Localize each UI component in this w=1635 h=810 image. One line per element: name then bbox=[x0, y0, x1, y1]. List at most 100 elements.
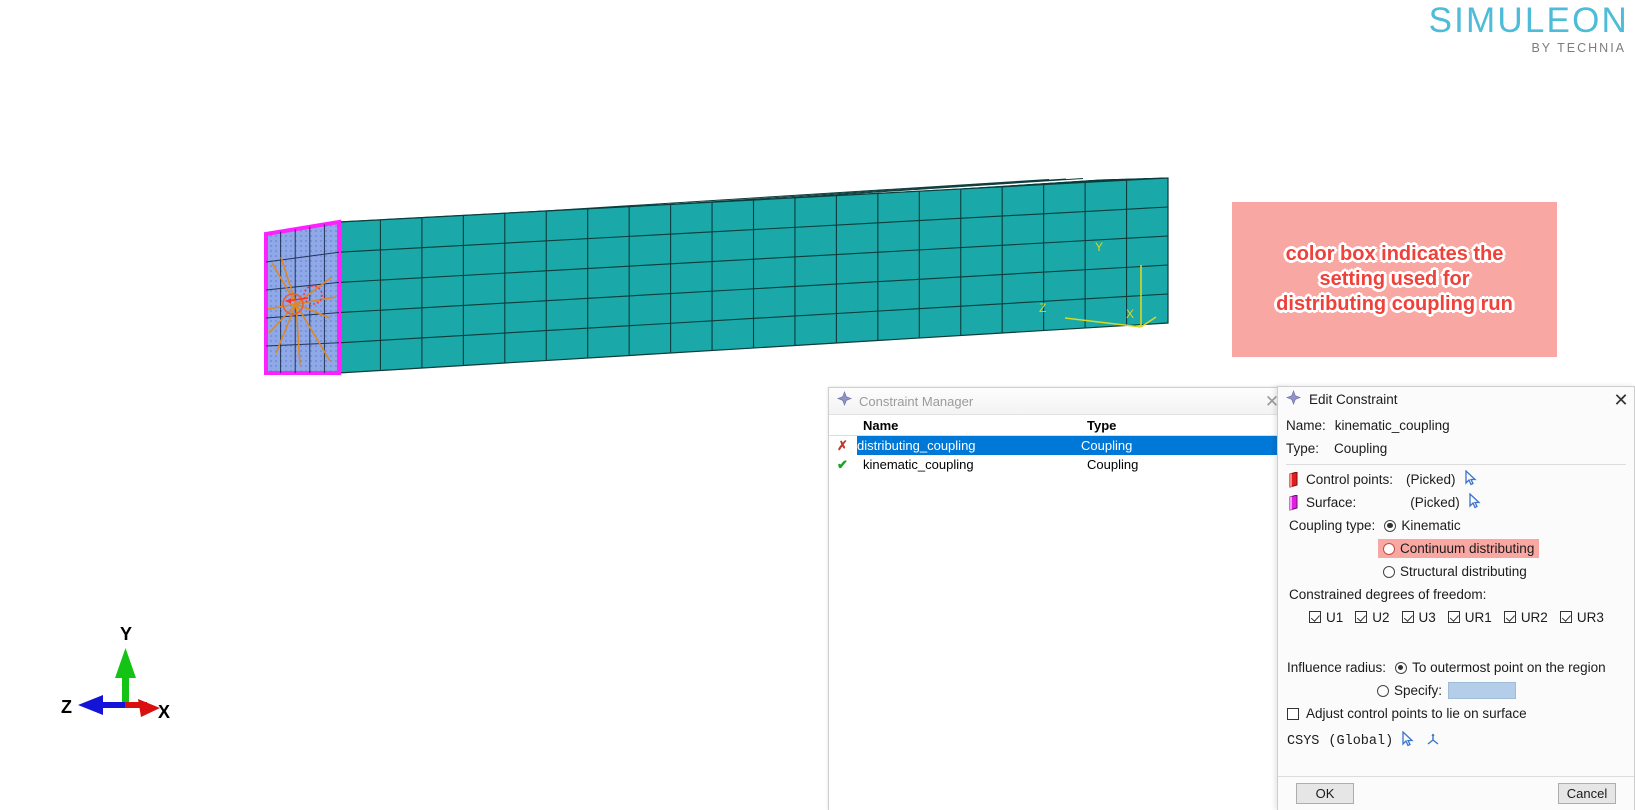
constraint-manager-titlebar: Constraint Manager ✕ bbox=[829, 388, 1287, 415]
mesh-front-face bbox=[338, 177, 1169, 374]
specify-radius-input[interactable] bbox=[1448, 682, 1517, 699]
checkbox-ur1-label: UR1 bbox=[1464, 609, 1492, 625]
ok-button[interactable]: OK bbox=[1296, 783, 1354, 804]
checkbox-ur1[interactable]: UR1 bbox=[1447, 610, 1492, 625]
type-value: Coupling bbox=[1334, 441, 1388, 456]
constraint-type: Coupling bbox=[1081, 438, 1133, 453]
radio-outermost-indicator bbox=[1395, 661, 1408, 674]
constraint-table-header: Name Type bbox=[829, 415, 1287, 436]
edit-constraint-title: Edit Constraint bbox=[1309, 392, 1398, 407]
model-csys-z-label: Z bbox=[1039, 301, 1046, 315]
adjust-control-points-row[interactable]: Adjust control points to lie on surface bbox=[1286, 702, 1626, 725]
dof-checkbox-row: U1 U2 U3 UR1 UR2 UR3 bbox=[1286, 606, 1626, 628]
triad-y-label: Y bbox=[120, 624, 133, 644]
pick-cursor-icon[interactable] bbox=[1468, 492, 1482, 512]
model-csys-x-label: X bbox=[1126, 307, 1134, 321]
surface-icon bbox=[1289, 494, 1299, 511]
checkbox-ur2-indicator bbox=[1503, 611, 1516, 623]
name-label: Name: bbox=[1286, 418, 1326, 433]
checkbox-ur3-indicator bbox=[1559, 611, 1572, 623]
checkbox-u1-indicator bbox=[1309, 611, 1321, 623]
csys-row: CSYS (Global) bbox=[1286, 729, 1626, 753]
name-value: kinematic_coupling bbox=[1334, 418, 1450, 433]
logo-tagline-text: BY TECHNIA bbox=[1531, 41, 1626, 55]
dof-label: Constrained degrees of freedom: bbox=[1289, 587, 1487, 602]
picked-end-surface bbox=[264, 219, 341, 375]
control-points-icon bbox=[1289, 471, 1299, 488]
checkbox-adjust-indicator bbox=[1287, 707, 1299, 720]
csys-label: CSYS bbox=[1287, 733, 1320, 749]
radio-specify-indicator bbox=[1377, 684, 1389, 697]
triad-x-label: X bbox=[158, 702, 171, 722]
logo-brand-text: SIMULEON bbox=[1428, 1, 1629, 40]
checkbox-ur2-label: UR2 bbox=[1520, 609, 1548, 625]
checkbox-u3-indicator bbox=[1401, 611, 1414, 623]
surface-value: (Picked) bbox=[1410, 495, 1460, 510]
abaqus-diamond-icon bbox=[837, 391, 852, 411]
radio-outermost-point[interactable]: To outermost point on the region bbox=[1395, 660, 1606, 675]
coupling-structural-row[interactable]: Structural distributing bbox=[1286, 560, 1626, 583]
coupling-type-row: Coupling type: Kinematic bbox=[1286, 514, 1626, 537]
radio-kinematic-label: Kinematic bbox=[1401, 518, 1461, 533]
constraint-manager-window[interactable]: Constraint Manager ✕ Name Type ✗ distrib… bbox=[828, 387, 1288, 810]
checkbox-u3[interactable]: U3 bbox=[1401, 610, 1436, 625]
control-points-label: Control points: bbox=[1306, 472, 1394, 487]
radio-kinematic-indicator bbox=[1384, 519, 1397, 532]
radio-outermost-label: To outermost point on the region bbox=[1412, 660, 1606, 675]
table-row[interactable]: ✔ kinematic_coupling Coupling bbox=[829, 455, 1287, 474]
surface-row[interactable]: Surface: (Picked) bbox=[1286, 491, 1626, 514]
simuleon-logo: SIMULEON BY TECHNIA bbox=[1428, 1, 1629, 56]
table-row[interactable]: ✗ distributing_coupling Coupling bbox=[831, 436, 1287, 455]
edit-constraint-titlebar: Edit Constraint ✕ bbox=[1278, 387, 1634, 412]
annotation-text: color box indicates the setting used for… bbox=[1276, 243, 1513, 315]
edit-constraint-dialog[interactable]: Edit Constraint ✕ Name: kinematic_coupli… bbox=[1277, 386, 1635, 810]
global-triad bbox=[78, 648, 160, 717]
abaqus-diamond-icon bbox=[1286, 389, 1301, 410]
divider bbox=[1286, 464, 1626, 465]
model-csys-y-label: Y bbox=[1095, 240, 1103, 254]
pick-cursor-icon[interactable] bbox=[1464, 469, 1478, 489]
checkbox-ur2[interactable]: UR2 bbox=[1503, 610, 1548, 625]
coupling-continuum-row[interactable]: Continuum distributing bbox=[1286, 537, 1626, 560]
control-points-value: (Picked) bbox=[1406, 472, 1456, 487]
checkbox-u2-label: U2 bbox=[1372, 609, 1390, 625]
dialog-footer: OK Cancel bbox=[1278, 776, 1634, 810]
checkbox-ur1-indicator bbox=[1447, 611, 1460, 623]
radio-structural-indicator bbox=[1383, 565, 1395, 578]
coupling-type-label: Coupling type: bbox=[1289, 518, 1376, 533]
constraint-name: distributing_coupling bbox=[857, 438, 976, 453]
csys-value: (Global) bbox=[1328, 733, 1394, 749]
influence-specify-row[interactable]: Specify: bbox=[1286, 679, 1626, 702]
checkbox-ur3-label: UR3 bbox=[1576, 609, 1604, 625]
checkbox-u2-indicator bbox=[1355, 611, 1368, 623]
name-column-header: Name bbox=[863, 417, 899, 433]
influence-radius-label: Influence radius: bbox=[1287, 660, 1387, 675]
checkbox-u1-label: U1 bbox=[1326, 609, 1344, 625]
checkbox-ur3[interactable]: UR3 bbox=[1559, 610, 1604, 625]
pick-cursor-icon[interactable] bbox=[1401, 729, 1415, 752]
radio-kinematic[interactable]: Kinematic bbox=[1384, 518, 1461, 533]
status-badge: ✔ bbox=[837, 456, 848, 472]
cancel-button[interactable]: Cancel bbox=[1558, 783, 1616, 804]
type-column-header: Type bbox=[1087, 417, 1117, 433]
control-points-row[interactable]: Control points: (Picked) bbox=[1286, 468, 1626, 491]
surface-label: Surface: bbox=[1306, 495, 1357, 510]
checkbox-u1[interactable]: U1 bbox=[1308, 610, 1343, 625]
constraint-name: kinematic_coupling bbox=[863, 457, 974, 472]
influence-radius-row: Influence radius: To outermost point on … bbox=[1286, 656, 1626, 679]
checkbox-u2[interactable]: U2 bbox=[1354, 609, 1390, 625]
radio-structural-label: Structural distributing bbox=[1400, 564, 1527, 579]
constraint-type: Coupling bbox=[1087, 457, 1139, 472]
close-icon[interactable]: ✕ bbox=[1610, 389, 1632, 411]
radio-specify-label: Specify: bbox=[1394, 683, 1443, 698]
dof-section-label-row: Constrained degrees of freedom: bbox=[1286, 583, 1626, 606]
csys-triad-icon[interactable] bbox=[1425, 731, 1441, 752]
radio-continuum-label: Continuum distributing bbox=[1400, 541, 1535, 556]
annotation-callout: color box indicates the setting used for… bbox=[1232, 202, 1557, 357]
status-badge: ✗ bbox=[831, 436, 857, 455]
radio-continuum-distributing[interactable]: Continuum distributing bbox=[1378, 539, 1540, 558]
checkbox-adjust-label: Adjust control points to lie on surface bbox=[1306, 706, 1527, 721]
type-label: Type: bbox=[1286, 441, 1320, 456]
constraint-manager-title: Constraint Manager bbox=[859, 393, 974, 409]
